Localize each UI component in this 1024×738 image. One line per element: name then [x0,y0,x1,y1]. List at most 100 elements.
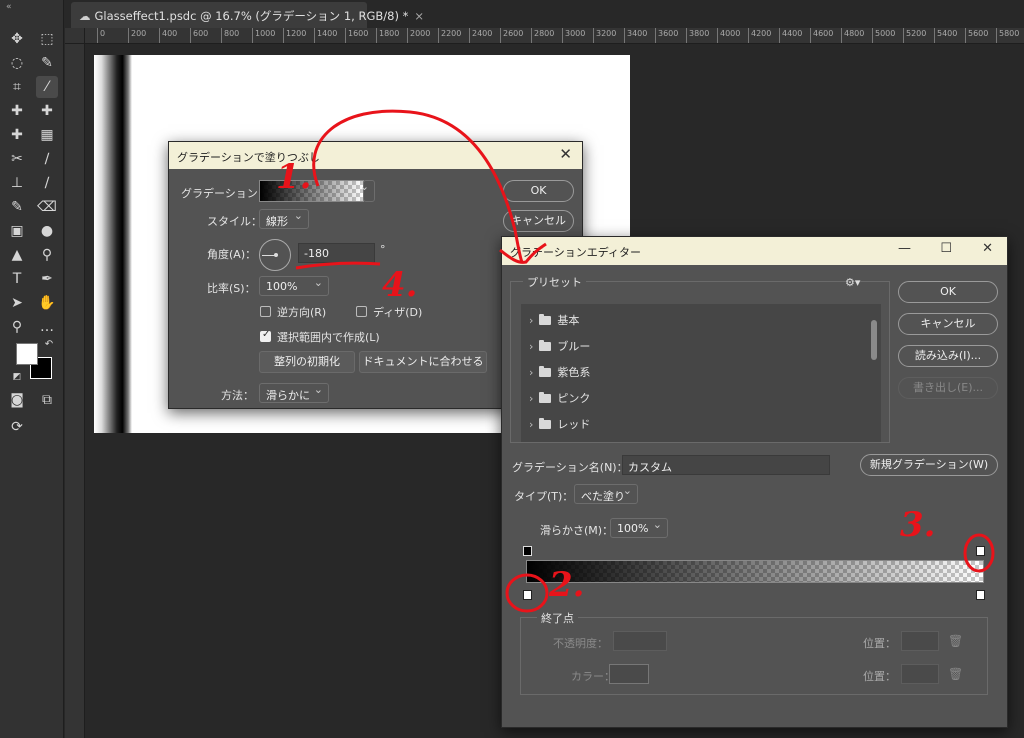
ruler-tick-label: 5600 [965,28,988,43]
ruler-tick-label: 2600 [500,28,523,43]
marquee-tool-icon[interactable]: ⬚ [36,28,58,50]
opacity-select[interactable] [613,631,667,651]
remove-tool-icon[interactable]: ✚ [36,100,58,122]
document-tab-title: Glasseffect1.psdc @ 16.7% (グラデーション 1, RG… [94,9,409,23]
dither-checkbox[interactable] [356,306,367,317]
new-gradient-button[interactable]: 新規グラデーション(W) [860,454,998,476]
folder-icon [539,314,552,325]
style-select[interactable]: 線形 [259,209,309,229]
preset-folder-basic[interactable]: › 基本 [529,312,579,332]
swap-colors-icon[interactable]: ↶ [42,338,56,352]
dodge-tool-icon[interactable]: ⚲ [36,244,58,266]
export-button[interactable]: 書き出し(E)... [898,377,998,399]
ruler-tick-label: 1200 [283,28,306,43]
ok-button[interactable]: OK [898,281,998,303]
maximize-icon[interactable]: ☐ [940,241,952,256]
paint-tool-icon[interactable]: ✎ [6,196,28,218]
scale-select[interactable]: 100% [259,276,329,296]
horizontal-ruler[interactable]: 0 200 400 600 800 1000 1200 1400 1600 1800 2000 220… [85,28,1024,44]
type-select[interactable]: べた塗り [574,484,638,504]
color-location-label: 位置： [863,670,896,683]
gradient-picker-dropdown[interactable] [360,180,375,202]
type-tool-icon[interactable]: T [6,268,28,290]
lasso-tool-icon[interactable]: ◌ [6,52,28,74]
angle-label: 角度(A)： [207,248,257,261]
preset-folder-blue[interactable]: › ブルー [529,338,590,358]
cancel-button[interactable]: キャンセル [503,210,574,232]
gradient-preview-bar[interactable] [526,560,984,583]
preset-folder-pink[interactable]: › ピンク [529,390,590,410]
path-selection-tool-icon[interactable]: ➤ [6,292,28,314]
presets-settings-icon[interactable]: ⚙▾ [845,276,860,289]
crop-tool-icon[interactable]: ⌗ [6,76,28,98]
ruler-tick-label: 5000 [872,28,895,43]
close-icon[interactable]: ✕ [559,145,572,163]
gradient-name-input[interactable]: カスタム [622,455,830,475]
load-button[interactable]: 読み込み(I)... [898,345,998,367]
method-select[interactable]: 滑らかに [259,383,329,403]
patch-tool-icon[interactable]: ✚ [6,124,28,146]
gradient-picker-swatch[interactable] [259,180,364,202]
document-tab[interactable]: ☁ Glasseffect1.psdc @ 16.7% (グラデーション 1, R… [71,2,424,28]
move-tool-icon[interactable]: ✥ [6,28,28,50]
folder-icon [539,418,552,429]
cancel-button[interactable]: キャンセル [898,313,998,335]
fit-to-document-button[interactable]: ドキュメントに合わせる [359,351,487,373]
presets-scrollbar[interactable] [869,308,879,438]
degree-symbol: ° [380,243,386,256]
content-aware-tool-icon[interactable]: ✂ [6,148,28,170]
eyedropper-tool-icon[interactable]: ⁄ [36,76,58,98]
vertical-ruler[interactable] [65,44,85,738]
color-stop-left[interactable] [523,590,532,600]
tools-panel: « ✥ ⬚ ◌ ✎ ⌗ ⁄ ✚ ✚ ✚ ▦ ✂ ∕ ⊥ ∕ ✎ ⌫ ▣ ● ▲ … [0,0,64,738]
color-swatch[interactable] [609,664,649,684]
ruler-tick-label: 2000 [407,28,430,43]
foreground-color-swatch[interactable] [16,343,38,365]
color-stop-right[interactable] [976,590,985,600]
close-icon[interactable]: ✕ [982,241,993,256]
healing-brush-tool-icon[interactable]: ✚ [6,100,28,122]
blur-tool-icon[interactable]: ● [36,220,58,242]
quick-mask-icon[interactable]: ◙ [6,389,28,411]
delete-opacity-stop-icon[interactable]: 🗑 [948,634,963,648]
preset-folder-purple[interactable]: › 紫色系 [529,364,590,384]
default-colors-icon[interactable]: ◩ [10,370,24,384]
annotation-4: 4. [382,265,418,305]
close-tab-icon[interactable]: × [414,9,424,23]
sharpen-tool-icon[interactable]: ▲ [6,244,28,266]
opacity-stop-right[interactable] [976,546,985,556]
stamp-tool-icon[interactable]: ⊥ [6,172,28,194]
angle-dial[interactable] [259,239,291,271]
ruler-tick-label: 3200 [593,28,616,43]
reverse-checkbox[interactable] [260,306,271,317]
collapse-icon[interactable]: « [6,2,12,12]
screen-mode-icon[interactable]: ⧉ [36,389,58,411]
pen-tool-icon[interactable]: ✒ [36,268,58,290]
hand-tool-icon[interactable]: ✋ [36,292,58,314]
ok-button[interactable]: OK [503,180,574,202]
smoothness-select[interactable]: 100% [610,518,668,538]
quick-selection-tool-icon[interactable]: ✎ [36,52,58,74]
angle-input[interactable]: -180 [298,243,375,263]
presets-group: プリセット ⚙▾ › 基本 › ブルー › 紫色系 › ピンク › レッド [510,274,890,443]
ruler-tick-label: 3600 [655,28,678,43]
reset-alignment-button[interactable]: 整列の初期化 [259,351,355,373]
stops-group: 終了点 不透明度： 位置： 🗑 カラー： 位置： 🗑 [520,610,988,695]
eraser-tool-icon[interactable]: ⌫ [36,196,58,218]
minimize-icon[interactable]: — [898,241,911,256]
share-icon[interactable]: ⟳ [6,416,28,438]
history-brush-tool-icon[interactable]: ∕ [36,172,58,194]
preset-folder-red[interactable]: › レッド [529,416,590,436]
gradient-tool-icon[interactable]: ▣ [6,220,28,242]
opacity-stop-left[interactable] [523,546,532,556]
delete-color-stop-icon[interactable]: 🗑 [948,667,963,681]
zoom-tool-icon[interactable]: ⚲ [6,316,28,338]
opacity-location-input[interactable] [901,631,939,651]
align-with-selection-checkbox[interactable] [260,329,271,342]
folder-icon [539,340,552,351]
ruler-tick-label: 4000 [717,28,740,43]
generative-tool-icon[interactable]: ▦ [36,124,58,146]
color-location-input[interactable] [901,664,939,684]
brush-tool-icon[interactable]: ∕ [36,148,58,170]
more-tools-icon[interactable]: … [36,316,58,338]
